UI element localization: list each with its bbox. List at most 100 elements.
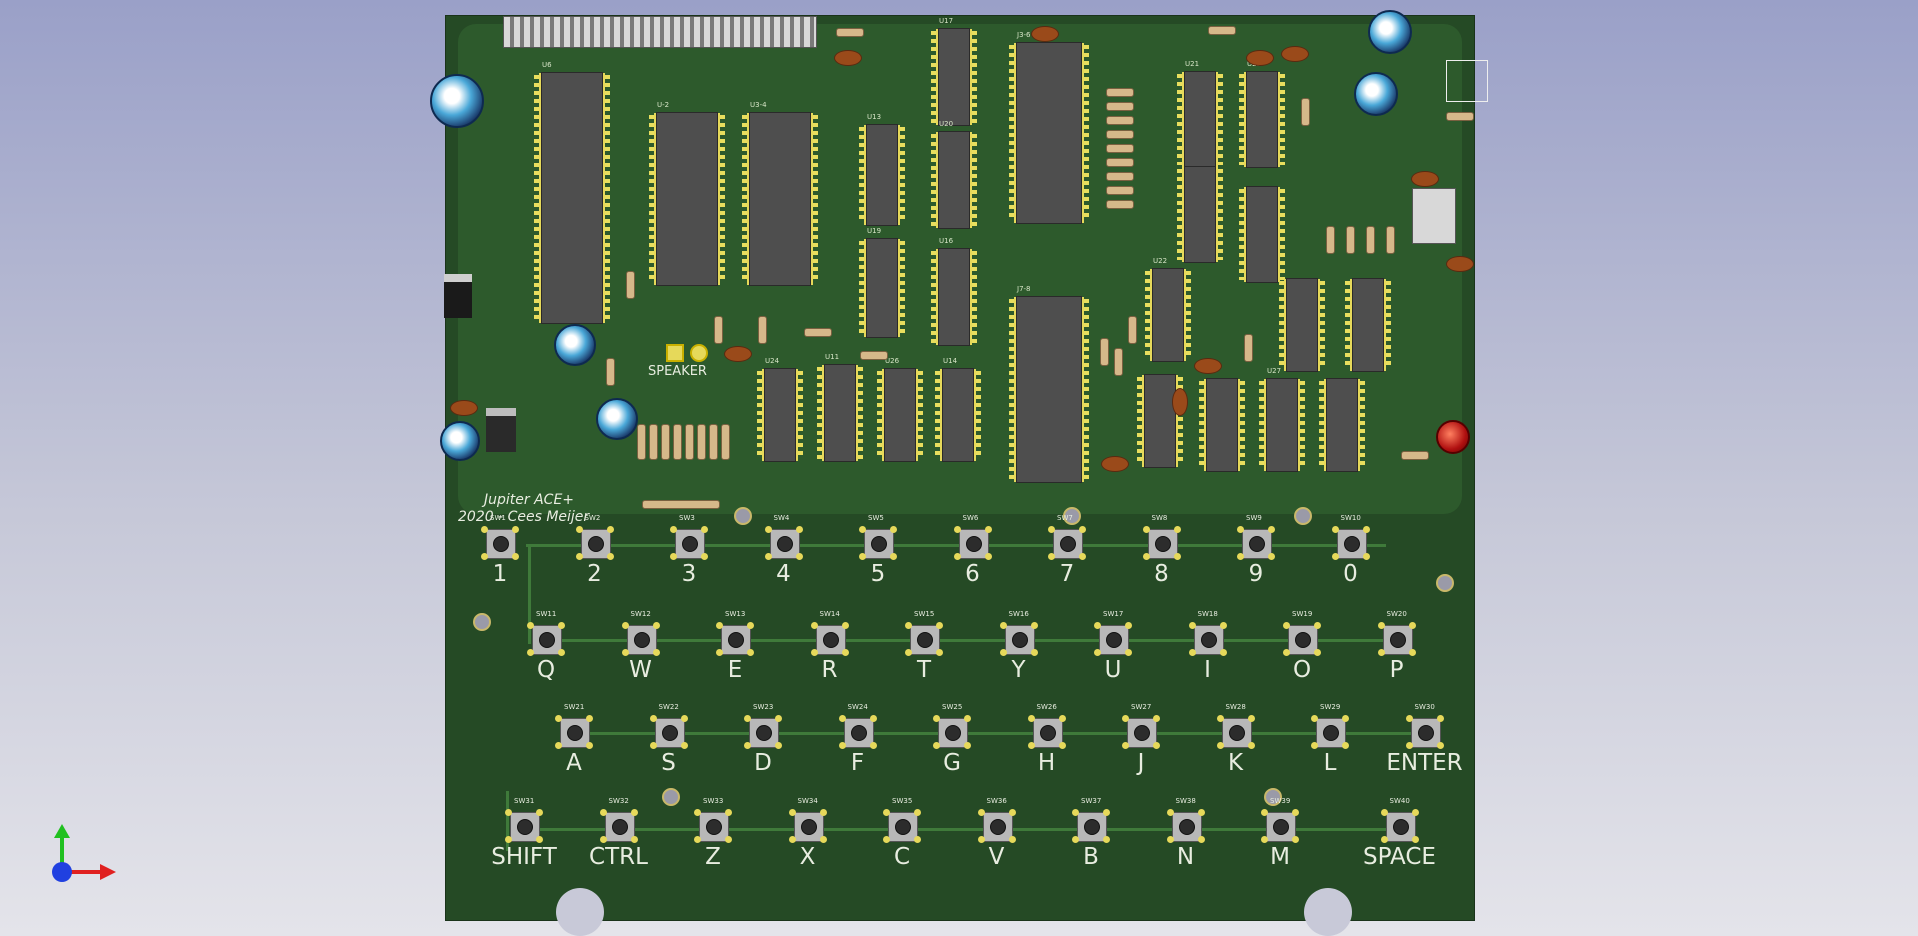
switch-pad [1216, 715, 1224, 722]
key-switch-f[interactable]: SW24 F [838, 703, 877, 776]
key-switch-1[interactable]: SW1 1 [481, 514, 519, 587]
key-switch-o[interactable]: SW19 O [1283, 610, 1321, 683]
switch-plunger[interactable] [871, 536, 887, 552]
switch-plunger[interactable] [1295, 632, 1311, 648]
switch-plunger[interactable] [822, 632, 839, 648]
key-switch-ctrl[interactable]: SW32 CTRL [589, 797, 648, 870]
switch-plunger[interactable] [611, 819, 628, 835]
switch-pad [869, 742, 877, 749]
switch-pad [694, 809, 701, 816]
switch-plunger[interactable] [539, 632, 555, 648]
key-switch-v[interactable]: SW36 V [977, 797, 1016, 870]
key-switch-n[interactable]: SW38 N [1166, 797, 1205, 870]
switch-plunger[interactable] [965, 536, 982, 552]
axes-gizmo-svg [52, 824, 116, 882]
switch-plunger[interactable] [1106, 632, 1122, 648]
switch-plunger[interactable] [1039, 725, 1056, 741]
switch-plunger[interactable] [1084, 819, 1100, 835]
switch-plunger[interactable] [706, 819, 722, 835]
switch-plunger[interactable] [1249, 536, 1265, 552]
key-switch-u[interactable]: SW17 U [1094, 610, 1132, 683]
switch-plunger[interactable] [1273, 819, 1289, 835]
key-switch-i[interactable]: SW18 I [1188, 610, 1227, 683]
key-switch-5[interactable]: SW5 5 [859, 514, 897, 587]
key-switch-k[interactable]: SW28 K [1216, 703, 1255, 776]
switch-plunger[interactable] [989, 819, 1006, 835]
switch-plunger[interactable] [850, 725, 867, 741]
key-switch-a[interactable]: SW21 A [555, 703, 593, 776]
key-switch-p[interactable]: SW20 P [1377, 610, 1416, 683]
key-legend: CTRL [589, 844, 648, 870]
switch-plunger[interactable] [1200, 632, 1217, 648]
switch-plunger[interactable] [493, 536, 509, 552]
switch-plunger[interactable] [1343, 536, 1360, 552]
switch-plunger[interactable] [728, 632, 744, 648]
key-switch-b[interactable]: SW37 B [1072, 797, 1110, 870]
switch-pad [1008, 809, 1016, 816]
switch-plunger[interactable] [1178, 819, 1195, 835]
key-switch-r[interactable]: SW14 R [810, 610, 849, 683]
switch-pad [1331, 526, 1339, 533]
key-switch-m[interactable]: SW39 M [1261, 797, 1299, 870]
switch-ref: SW12 [630, 610, 651, 618]
switch-ref: SW3 [679, 514, 695, 522]
switch-plunger[interactable] [1228, 725, 1245, 741]
key-switch-enter[interactable]: SW30 ENTER [1386, 703, 1462, 776]
switch-pad [999, 649, 1007, 656]
switch-pad [536, 836, 543, 843]
key-switch-y[interactable]: SW16 Y [999, 610, 1038, 683]
switch-pad [1362, 553, 1370, 560]
switch-plunger[interactable] [895, 819, 911, 835]
key-switch-shift[interactable]: SW31 SHIFT [491, 797, 557, 870]
switch-plunger[interactable] [1323, 725, 1339, 741]
key-switch-s[interactable]: SW22 S [649, 703, 688, 776]
key-switch-2[interactable]: SW2 2 [575, 514, 614, 587]
mount-hole [1436, 574, 1454, 592]
key-switch-w[interactable]: SW12 W [621, 610, 660, 683]
switch-plunger[interactable] [1154, 536, 1171, 552]
switch-plunger[interactable] [682, 536, 698, 552]
key-switch-6[interactable]: SW6 6 [953, 514, 992, 587]
key-switch-9[interactable]: SW9 9 [1237, 514, 1275, 587]
switch-plunger[interactable] [661, 725, 678, 741]
key-switch-d[interactable]: SW23 D [744, 703, 782, 776]
switch-plunger[interactable] [945, 725, 961, 741]
switch-pad [575, 526, 583, 533]
key-switch-t[interactable]: SW15 T [905, 610, 943, 683]
key-legend: P [1389, 657, 1404, 683]
switch-plunger[interactable] [1417, 725, 1434, 741]
switch-plunger[interactable] [1389, 632, 1406, 648]
key-switch-3[interactable]: SW3 3 [670, 514, 708, 587]
key-switch-z[interactable]: SW33 Z [694, 797, 732, 870]
key-switch-c[interactable]: SW35 C [883, 797, 921, 870]
switch-plunger[interactable] [567, 725, 583, 741]
key-switch-7[interactable]: SW7 7 [1048, 514, 1086, 587]
key-switch-h[interactable]: SW26 H [1027, 703, 1066, 776]
switch-plunger[interactable] [587, 536, 604, 552]
switch-plunger[interactable] [1011, 632, 1028, 648]
switch-pad [1173, 526, 1181, 533]
switch-ref: SW18 [1197, 610, 1218, 618]
switch-plunger[interactable] [517, 819, 533, 835]
key-switch-4[interactable]: SW4 4 [764, 514, 803, 587]
key-switch-l[interactable]: SW29 L [1311, 703, 1349, 776]
switch-plunger[interactable] [1392, 819, 1409, 835]
switch-plunger[interactable] [1134, 725, 1150, 741]
key-switch-g[interactable]: SW25 G [933, 703, 971, 776]
key-switch-e[interactable]: SW13 E [716, 610, 754, 683]
switch-plunger[interactable] [776, 536, 793, 552]
switch-pad [764, 526, 772, 533]
x-axis-arrow [100, 864, 116, 880]
key-switch-j[interactable]: SW27 J [1122, 703, 1160, 776]
switch-plunger[interactable] [800, 819, 817, 835]
key-switch-x[interactable]: SW34 X [788, 797, 827, 870]
key-switch-q[interactable]: SW11 Q [527, 610, 565, 683]
key-switch-0[interactable]: SW10 0 [1331, 514, 1370, 587]
switch-plunger[interactable] [633, 632, 650, 648]
switch-plunger[interactable] [1060, 536, 1076, 552]
key-switch-space[interactable]: SW40 SPACE [1363, 797, 1436, 870]
switch-plunger[interactable] [917, 632, 933, 648]
switch-plunger[interactable] [756, 725, 772, 741]
switch-pad [1166, 809, 1174, 816]
key-switch-8[interactable]: SW8 8 [1142, 514, 1181, 587]
